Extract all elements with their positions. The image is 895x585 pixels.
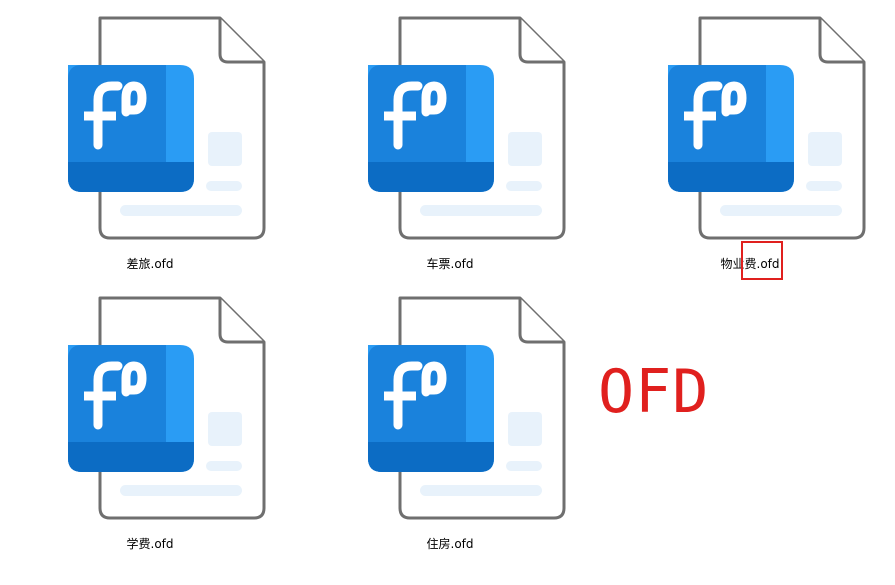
extension-highlight-box [741, 241, 783, 280]
file-item-chailv[interactable]: 差旅.ofd [30, 0, 270, 271]
file-item-zhufang[interactable]: 住房.ofd [330, 280, 570, 551]
file-item-wuyefei[interactable]: 物业费.ofd [630, 0, 870, 271]
file-name-label: 学费.ofd [126, 537, 174, 551]
ofd-file-icon [30, 280, 270, 520]
ofd-file-icon [330, 280, 570, 520]
file-name-label: 车票.ofd [426, 257, 474, 271]
ofd-file-icon [330, 0, 570, 240]
file-item-chepiao[interactable]: 车票.ofd [330, 0, 570, 271]
file-name-label: 住房.ofd [426, 537, 474, 551]
ofd-file-icon [630, 0, 870, 240]
file-name-label: 差旅.ofd [126, 257, 174, 271]
ofd-annotation-text: OFD [598, 357, 710, 427]
file-item-xuefei[interactable]: 学费.ofd [30, 280, 270, 551]
ofd-file-icon [30, 0, 270, 240]
